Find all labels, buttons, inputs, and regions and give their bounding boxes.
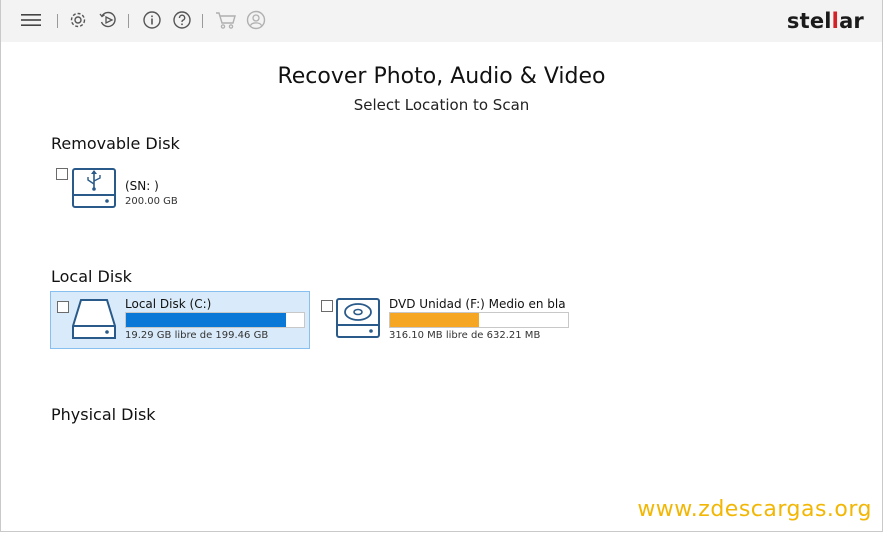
info-icon[interactable] bbox=[141, 9, 163, 31]
page-subtitle: Select Location to Scan bbox=[353, 96, 530, 114]
page-title: Recover Photo, Audio & Video bbox=[277, 64, 606, 89]
drive-size: 19.29 GB libre de 199.46 GB bbox=[125, 330, 269, 341]
drive-name: (SN: ) bbox=[125, 179, 159, 193]
gear-icon[interactable] bbox=[67, 9, 89, 31]
cart-icon[interactable] bbox=[215, 9, 237, 31]
usb-drive-icon bbox=[71, 165, 117, 215]
drive-size: 200.00 GB bbox=[125, 196, 178, 207]
drive-checkbox[interactable] bbox=[321, 300, 333, 312]
drive-checkbox[interactable] bbox=[56, 168, 68, 180]
drive-item-local-c[interactable]: Local Disk (C:) 19.29 GB libre de 199.46… bbox=[50, 291, 310, 349]
drive-usage-bar bbox=[389, 312, 569, 328]
stellar-logo: stellar bbox=[786, 9, 864, 33]
section-label-local: Local Disk bbox=[51, 267, 132, 286]
drive-usage-fill bbox=[390, 313, 479, 327]
drive-size: 316.10 MB libre de 632.21 MB bbox=[389, 330, 541, 341]
menu-icon[interactable] bbox=[20, 9, 42, 31]
help-icon[interactable] bbox=[171, 9, 193, 31]
toolbar-separator bbox=[202, 14, 203, 28]
drive-name: DVD Unidad (F:) Medio en bla bbox=[389, 297, 566, 311]
drive-name: Local Disk (C:) bbox=[125, 297, 212, 311]
toolbar-separator bbox=[57, 14, 58, 28]
hard-drive-icon bbox=[71, 296, 117, 346]
user-icon[interactable] bbox=[245, 9, 267, 31]
section-label-removable: Removable Disk bbox=[51, 134, 180, 153]
drive-usage-bar bbox=[125, 312, 305, 328]
watermark: www.zdescargas.org bbox=[637, 497, 872, 522]
resume-icon[interactable] bbox=[97, 9, 119, 31]
drive-checkbox[interactable] bbox=[57, 301, 69, 313]
toolbar: stellar bbox=[1, 0, 882, 42]
section-label-physical: Physical Disk bbox=[51, 405, 156, 424]
drive-usage-fill bbox=[126, 313, 287, 327]
dvd-drive-icon bbox=[335, 295, 381, 345]
app-window: stellar Recover Photo, Audio & Video Sel… bbox=[0, 0, 883, 532]
toolbar-separator bbox=[128, 14, 129, 28]
